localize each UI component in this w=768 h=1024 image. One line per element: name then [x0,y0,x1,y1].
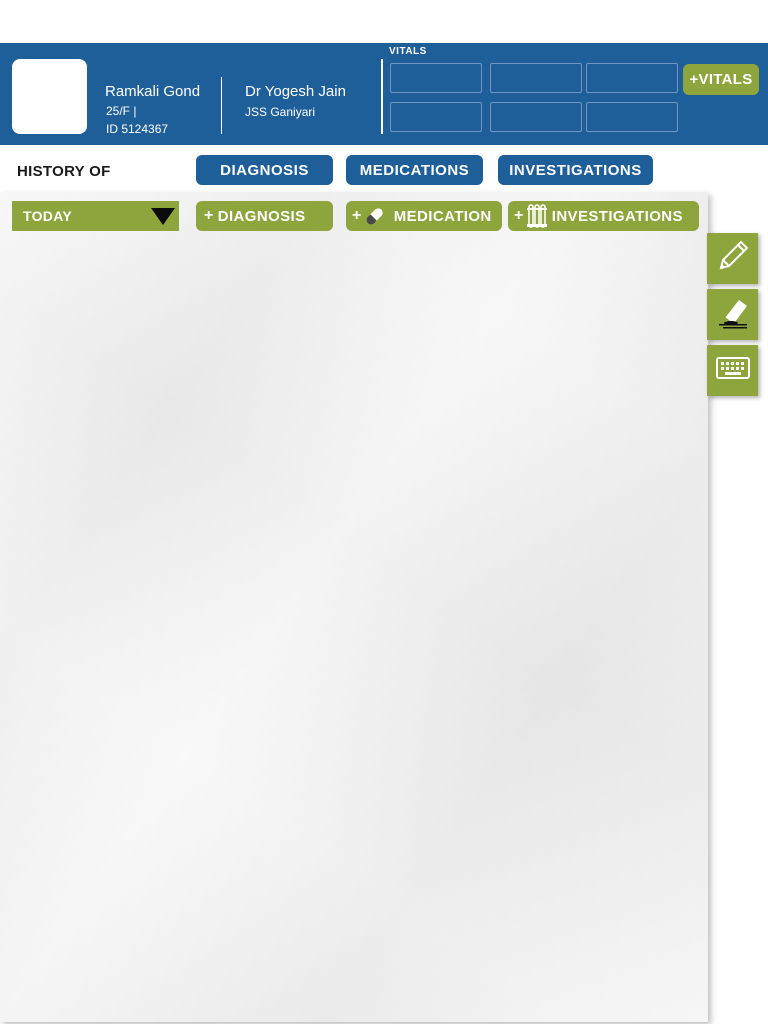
history-of-label: HISTORY OF [17,163,111,180]
vital-field[interactable] [490,63,582,93]
header-divider [221,77,222,134]
history-investigations-button[interactable]: INVESTIGATIONS [498,155,653,185]
patient-avatar[interactable] [12,59,87,134]
test-tubes-icon [526,204,548,228]
vital-field[interactable] [390,63,482,93]
vital-field[interactable] [490,102,582,132]
patient-id: ID 5124367 [106,122,169,136]
add-medication-label: MEDICATION [393,207,492,225]
patient-name: Ramkali Gond [105,83,201,100]
vitals-divider [381,59,383,134]
chevron-down-icon [151,208,175,225]
vital-field[interactable] [586,102,678,132]
pill-icon [364,205,386,227]
history-medications-button[interactable]: MEDICATIONS [346,155,483,185]
plus-icon: + [204,207,214,224]
pencil-tool-button[interactable] [707,233,758,284]
period-label: TODAY [23,208,72,224]
period-dropdown[interactable]: TODAY [12,201,179,231]
add-vitals-button[interactable]: +VITALS [683,64,759,95]
plus-icon: + [514,207,524,224]
vital-field[interactable] [586,63,678,93]
history-diagnosis-button[interactable]: DIAGNOSIS [196,155,333,185]
add-medication-button[interactable]: + MEDICATION [346,201,502,231]
keyboard-icon [715,355,751,386]
patient-age-sex: 25/F | [106,104,137,118]
pencil-icon [713,236,753,281]
plus-icon: + [352,207,362,224]
vital-field[interactable] [390,102,482,132]
eraser-tool-button[interactable] [707,289,758,340]
keyboard-tool-button[interactable] [707,345,758,396]
doctor-organization: JSS Ganiyari [245,105,316,119]
add-investigations-label: INVESTIGATIONS [551,207,683,225]
add-diagnosis-label: DIAGNOSIS [217,207,306,225]
eraser-icon [713,292,753,337]
vitals-label: VITALS [389,46,427,57]
add-diagnosis-button[interactable]: + DIAGNOSIS [196,201,333,231]
writing-paper-canvas[interactable] [0,192,708,1022]
patient-header: Ramkali Gond 25/F | ID 5124367 Dr Yogesh… [0,43,768,145]
add-investigations-button[interactable]: + INVESTIGATIONS [508,201,699,231]
doctor-name: Dr Yogesh Jain [245,83,346,100]
